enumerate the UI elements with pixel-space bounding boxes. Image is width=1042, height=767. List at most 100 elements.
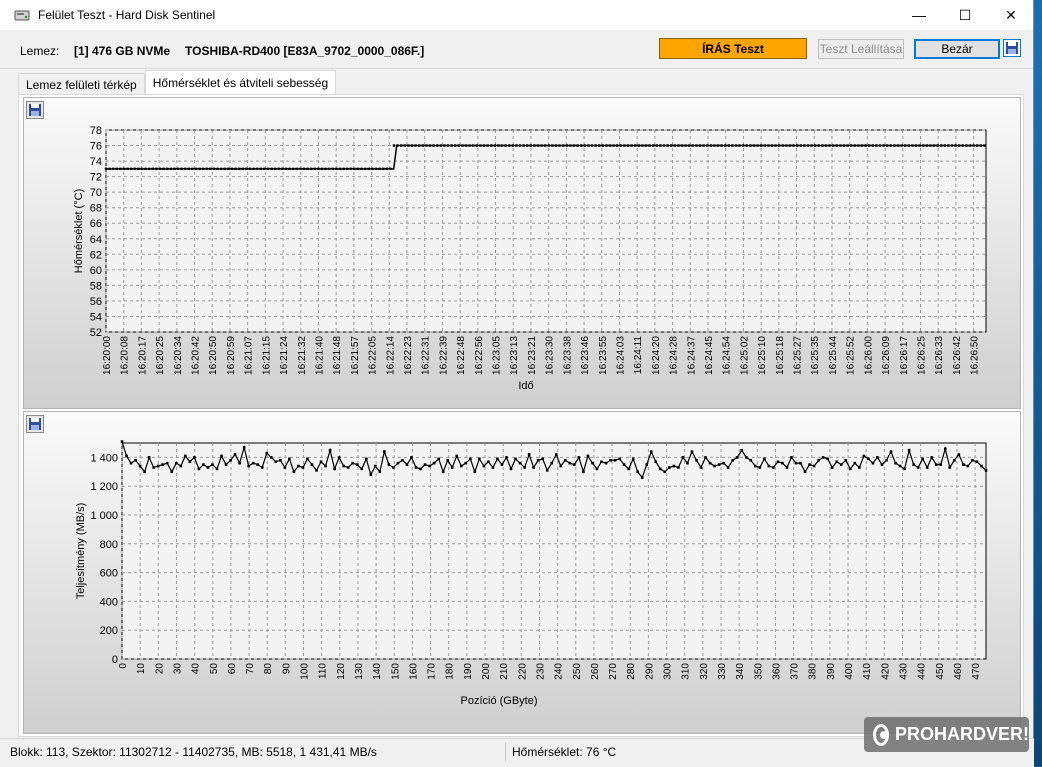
temperature-point: [792, 144, 795, 147]
performance-point: [921, 457, 924, 461]
temperature-chart: 78 76 74 72 70 68 66 64 62 60 58 56 54 5216:20:00 16:2…: [73, 125, 987, 392]
tab-temperature-speed[interactable]: Hőmérséklet és átviteli sebesség: [144, 70, 337, 95]
performance-point: [953, 458, 956, 462]
temperature-point: [551, 144, 554, 147]
x-tick-label: 16:23:21: [527, 336, 538, 375]
temperature-point: [306, 167, 309, 171]
performance-point: [659, 467, 662, 471]
temperature-point: [612, 144, 615, 147]
x-tick-label: 250: [572, 663, 583, 680]
y-tick-label: 72: [90, 172, 102, 184]
x-tick-label: 20: [154, 663, 165, 675]
temperature-point: [745, 144, 748, 147]
temperature-point: [288, 167, 291, 171]
temperature-point: [137, 167, 140, 171]
minimize-button[interactable]: —: [896, 0, 942, 30]
performance-point: [423, 463, 427, 466]
temperature-point: [850, 144, 853, 147]
performance-point: [722, 461, 725, 465]
close-button[interactable]: Bezár: [914, 39, 1000, 59]
performance-point: [564, 458, 567, 462]
temperature-point: [133, 167, 136, 171]
temperature-point: [839, 144, 842, 147]
temperature-point: [497, 144, 500, 147]
save-icon[interactable]: [1003, 39, 1021, 57]
temperature-point: [169, 167, 172, 171]
performance-point: [251, 461, 255, 465]
y-tick-label: 56: [90, 296, 102, 308]
performance-point: [220, 454, 223, 458]
x-tick-label: 16:26:42: [952, 336, 963, 375]
status-temperature: Hőmérséklet: 76 °C: [512, 745, 617, 759]
performance-point: [591, 461, 594, 465]
performance-point: [315, 469, 318, 472]
temperature-point: [886, 144, 889, 147]
temperature-point: [756, 144, 759, 147]
temperature-point: [871, 144, 874, 147]
performance-point: [704, 456, 707, 459]
x-tick-label: 290: [644, 663, 655, 680]
temperature-point: [922, 144, 925, 147]
temperature-point: [403, 144, 406, 147]
y-axis-title: Hőmérséklet (°C): [73, 189, 85, 273]
performance-point: [364, 457, 368, 461]
stop-test-button[interactable]: Teszt Leállítása: [818, 39, 904, 59]
performance-point: [469, 457, 472, 461]
temperature-point: [338, 167, 342, 171]
performance-point: [401, 458, 404, 462]
performance-point: [446, 458, 449, 462]
temperature-point: [410, 144, 414, 147]
performance-point: [337, 456, 341, 459]
performance-point: [532, 466, 535, 469]
performance-point: [573, 463, 576, 466]
temperature-point: [108, 167, 111, 171]
performance-point: [586, 454, 590, 458]
performance-point: [138, 464, 142, 468]
temperature-point: [655, 144, 658, 147]
x-tick-label: 16:25:44: [828, 336, 839, 375]
performance-point: [143, 470, 146, 474]
maximize-button[interactable]: ☐: [942, 0, 988, 30]
x-tick-label: 400: [844, 663, 855, 680]
temperature-point: [605, 144, 608, 147]
performance-point: [197, 467, 201, 471]
temperature-point: [436, 144, 439, 147]
performance-point: [803, 470, 807, 474]
temperature-point: [205, 167, 208, 171]
tab-surface-map[interactable]: Lemez felületi térkép: [18, 73, 145, 96]
x-tick-label: 350: [753, 663, 764, 680]
performance-point: [885, 458, 888, 462]
temperature-point: [335, 167, 338, 171]
x-tick-label: 16:20:08: [120, 336, 131, 375]
temperature-point: [799, 144, 802, 147]
x-tick-label: 16:21:07: [244, 336, 255, 375]
performance-point: [319, 460, 323, 464]
x-tick-label: 16:24:03: [615, 336, 626, 375]
temperature-point: [454, 144, 457, 147]
performance-point: [473, 470, 477, 474]
temperature-point: [277, 167, 280, 171]
performance-point: [559, 464, 563, 468]
temperature-point: [684, 144, 687, 147]
temperature-point: [763, 144, 766, 147]
temperature-point: [274, 167, 277, 171]
close-window-button[interactable]: ✕: [988, 0, 1034, 30]
performance-point: [984, 469, 988, 472]
temperature-point: [227, 167, 230, 171]
temperature-point: [202, 167, 205, 171]
x-tick-label: 16:20:00: [102, 336, 113, 375]
performance-point: [224, 463, 228, 466]
status-separator: [505, 743, 506, 761]
performance-point: [903, 467, 906, 471]
performance-point: [392, 466, 395, 469]
performance-point: [360, 467, 364, 471]
temperature-point: [392, 144, 396, 147]
temperature-point: [479, 144, 482, 147]
performance-point: [957, 453, 961, 456]
temperature-point: [544, 144, 547, 147]
performance-point: [247, 464, 250, 468]
temperature-point: [526, 144, 529, 147]
temperature-point: [324, 167, 327, 171]
x-tick-label: 16:24:45: [704, 336, 715, 375]
performance-point: [930, 456, 934, 459]
